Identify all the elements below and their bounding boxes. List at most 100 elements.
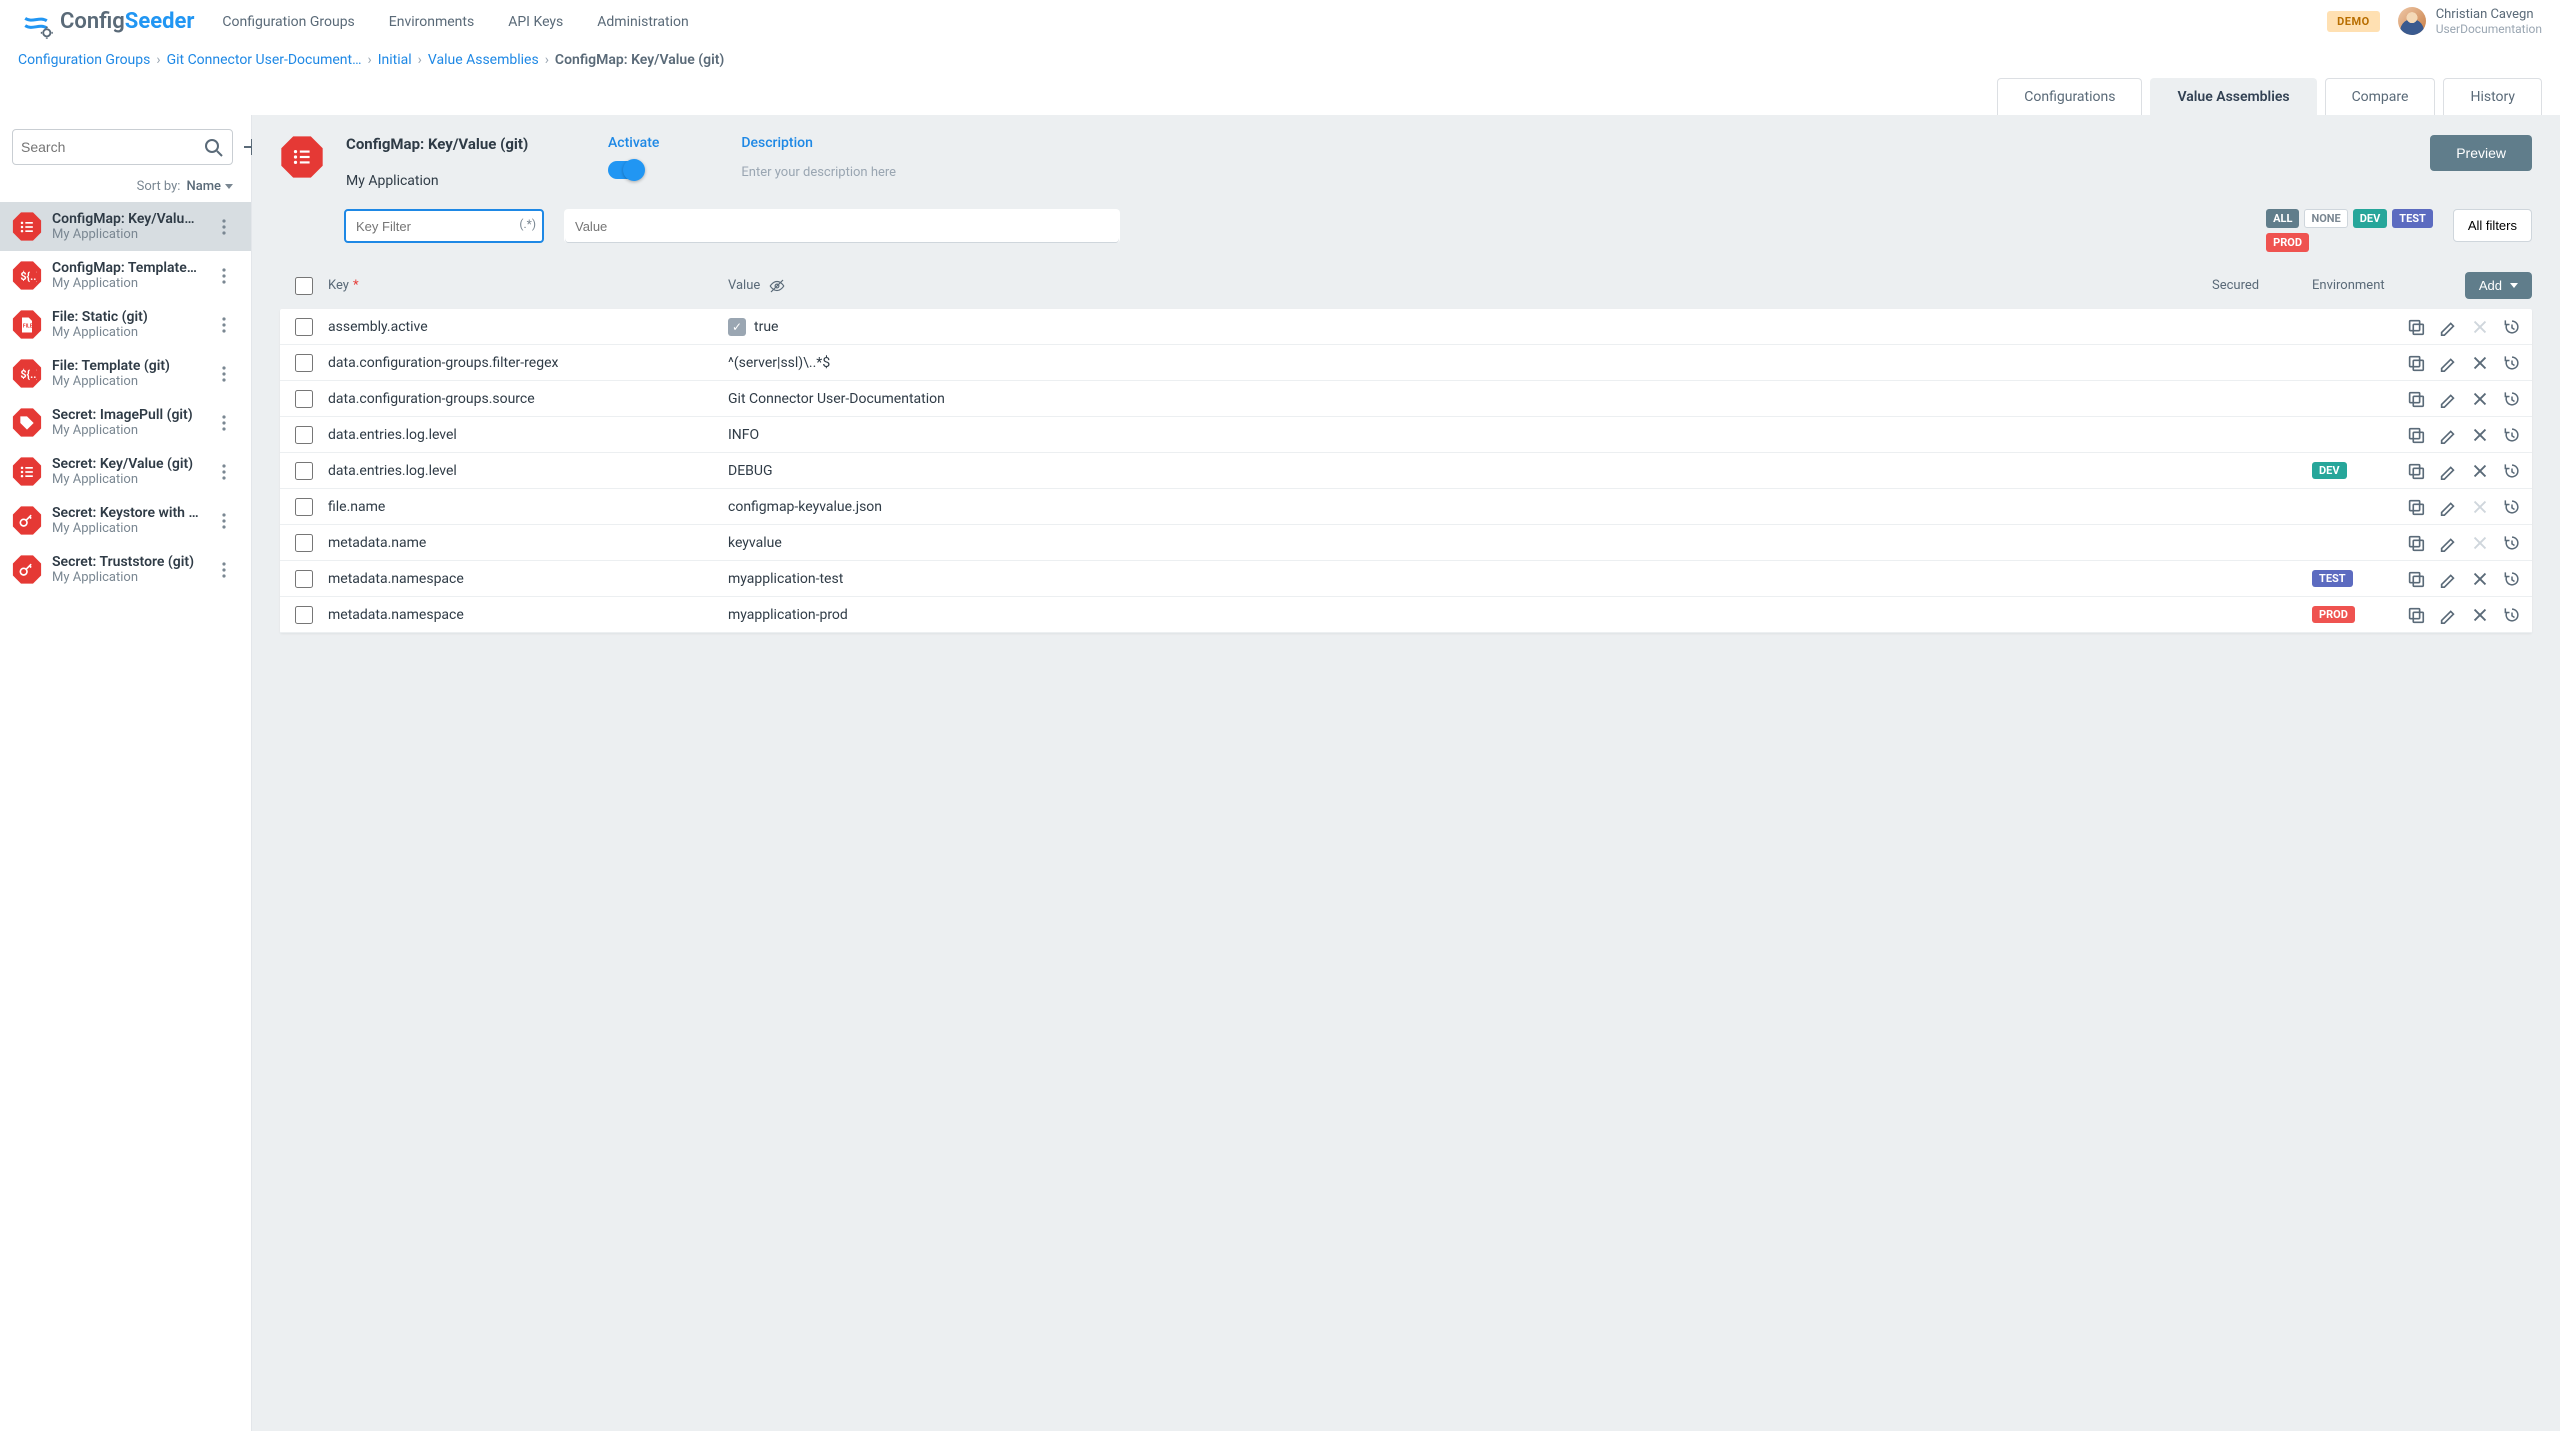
- nav-configuration-groups[interactable]: Configuration Groups: [222, 14, 354, 30]
- item-more-button[interactable]: [209, 359, 239, 389]
- item-more-button[interactable]: [209, 506, 239, 536]
- nav-environments[interactable]: Environments: [389, 14, 474, 30]
- table-header: Key * Value Secured Environment Add: [280, 262, 2532, 309]
- description-placeholder[interactable]: Enter your description here: [741, 161, 896, 180]
- row-copy-button[interactable]: [2406, 497, 2426, 517]
- select-all-checkbox[interactable]: [295, 277, 313, 295]
- row-history-button[interactable]: [2502, 353, 2522, 373]
- row-select-checkbox[interactable]: [295, 318, 313, 336]
- row-delete-button[interactable]: [2470, 461, 2490, 481]
- row-history-button[interactable]: [2502, 569, 2522, 589]
- breadcrumb-separator: ›: [418, 52, 422, 68]
- row-edit-button[interactable]: [2438, 461, 2458, 481]
- row-copy-button[interactable]: [2406, 533, 2426, 553]
- activate-toggle[interactable]: [608, 161, 644, 179]
- sidebar-item[interactable]: File: Static (git)My Application: [0, 300, 251, 349]
- history-icon: [2502, 389, 2522, 409]
- item-icon: [12, 408, 42, 438]
- row-delete-button[interactable]: [2470, 389, 2490, 409]
- row-history-button[interactable]: [2502, 425, 2522, 445]
- eye-off-icon[interactable]: [768, 277, 786, 295]
- key-filter-input[interactable]: [344, 209, 544, 243]
- preview-button[interactable]: Preview: [2430, 135, 2532, 171]
- search-input[interactable]: [21, 139, 202, 155]
- row-delete-button[interactable]: [2470, 353, 2490, 373]
- tab-history[interactable]: History: [2443, 78, 2542, 115]
- item-more-button[interactable]: [209, 555, 239, 585]
- row-copy-button[interactable]: [2406, 389, 2426, 409]
- sidebar-item[interactable]: Secret: Keystore with Chai…My Applicatio…: [0, 496, 251, 545]
- row-edit-button[interactable]: [2438, 605, 2458, 625]
- row-delete-button[interactable]: [2470, 605, 2490, 625]
- chip-none[interactable]: NONE: [2304, 209, 2347, 228]
- nav-administration[interactable]: Administration: [597, 14, 688, 30]
- row-copy-button[interactable]: [2406, 605, 2426, 625]
- description-label: Description: [741, 135, 896, 151]
- row-copy-button[interactable]: [2406, 353, 2426, 373]
- row-edit-button[interactable]: [2438, 389, 2458, 409]
- chip-all[interactable]: ALL: [2266, 209, 2299, 228]
- sort-by-value[interactable]: Name: [186, 179, 233, 194]
- breadcrumb-item[interactable]: Value Assemblies: [428, 52, 539, 68]
- row-copy-button[interactable]: [2406, 317, 2426, 337]
- row-copy-button[interactable]: [2406, 425, 2426, 445]
- row-edit-button[interactable]: [2438, 353, 2458, 373]
- row-delete-button[interactable]: [2470, 569, 2490, 589]
- add-button[interactable]: Add: [2465, 272, 2532, 299]
- sidebar-item[interactable]: ConfigMap: Key/Value (git)My Application: [0, 202, 251, 251]
- sidebar-item[interactable]: Secret: ImagePull (git)My Application: [0, 398, 251, 447]
- item-more-button[interactable]: [209, 457, 239, 487]
- item-more-button[interactable]: [209, 408, 239, 438]
- avatar: [2398, 7, 2426, 35]
- row-edit-button[interactable]: [2438, 497, 2458, 517]
- tab-value-assemblies[interactable]: Value Assemblies: [2150, 78, 2316, 115]
- row-history-button[interactable]: [2502, 317, 2522, 337]
- tab-configurations[interactable]: Configurations: [1997, 78, 2142, 115]
- row-edit-button[interactable]: [2438, 425, 2458, 445]
- sidebar-item[interactable]: File: Template (git)My Application: [0, 349, 251, 398]
- row-select-checkbox[interactable]: [295, 534, 313, 552]
- all-filters-button[interactable]: All filters: [2453, 209, 2532, 242]
- breadcrumb-item[interactable]: Initial: [378, 52, 412, 68]
- row-history-button[interactable]: [2502, 497, 2522, 517]
- close-icon: [2470, 353, 2490, 373]
- search-field[interactable]: [12, 129, 233, 165]
- row-select-checkbox[interactable]: [295, 462, 313, 480]
- row-select-checkbox[interactable]: [295, 498, 313, 516]
- tab-compare[interactable]: Compare: [2325, 78, 2436, 115]
- row-edit-button[interactable]: [2438, 569, 2458, 589]
- nav-api-keys[interactable]: API Keys: [508, 14, 563, 30]
- breadcrumb-item[interactable]: Git Connector User-Document…: [167, 52, 362, 68]
- row-history-button[interactable]: [2502, 533, 2522, 553]
- item-more-button[interactable]: [209, 310, 239, 340]
- row-select-checkbox[interactable]: [295, 426, 313, 444]
- row-history-button[interactable]: [2502, 461, 2522, 481]
- row-select-checkbox[interactable]: [295, 606, 313, 624]
- key-filter-field[interactable]: (.*): [344, 209, 544, 243]
- brand-logo[interactable]: ConfigSeeder: [18, 4, 194, 40]
- value-filter-input[interactable]: [564, 209, 1120, 243]
- activate-label: Activate: [608, 135, 659, 151]
- user-menu[interactable]: Christian Cavegn UserDocumentation: [2398, 7, 2542, 37]
- sidebar-item[interactable]: Secret: Key/Value (git)My Application: [0, 447, 251, 496]
- row-delete-button[interactable]: [2470, 425, 2490, 445]
- value-filter-field[interactable]: [564, 209, 1120, 243]
- sidebar-item[interactable]: ConfigMap: Template (git)My Application: [0, 251, 251, 300]
- item-more-button[interactable]: [209, 212, 239, 242]
- cell-value: ✓true: [728, 318, 1108, 336]
- row-select-checkbox[interactable]: [295, 354, 313, 372]
- row-history-button[interactable]: [2502, 605, 2522, 625]
- row-select-checkbox[interactable]: [295, 570, 313, 588]
- row-copy-button[interactable]: [2406, 569, 2426, 589]
- breadcrumb-item[interactable]: Configuration Groups: [18, 52, 150, 68]
- row-edit-button[interactable]: [2438, 317, 2458, 337]
- sidebar-item[interactable]: Secret: Truststore (git)My Application: [0, 545, 251, 594]
- row-history-button[interactable]: [2502, 389, 2522, 409]
- chip-prod[interactable]: PROD: [2266, 233, 2309, 252]
- row-edit-button[interactable]: [2438, 533, 2458, 553]
- chip-test[interactable]: TEST: [2392, 209, 2433, 228]
- item-more-button[interactable]: [209, 261, 239, 291]
- row-copy-button[interactable]: [2406, 461, 2426, 481]
- row-select-checkbox[interactable]: [295, 390, 313, 408]
- chip-dev[interactable]: DEV: [2353, 209, 2388, 228]
